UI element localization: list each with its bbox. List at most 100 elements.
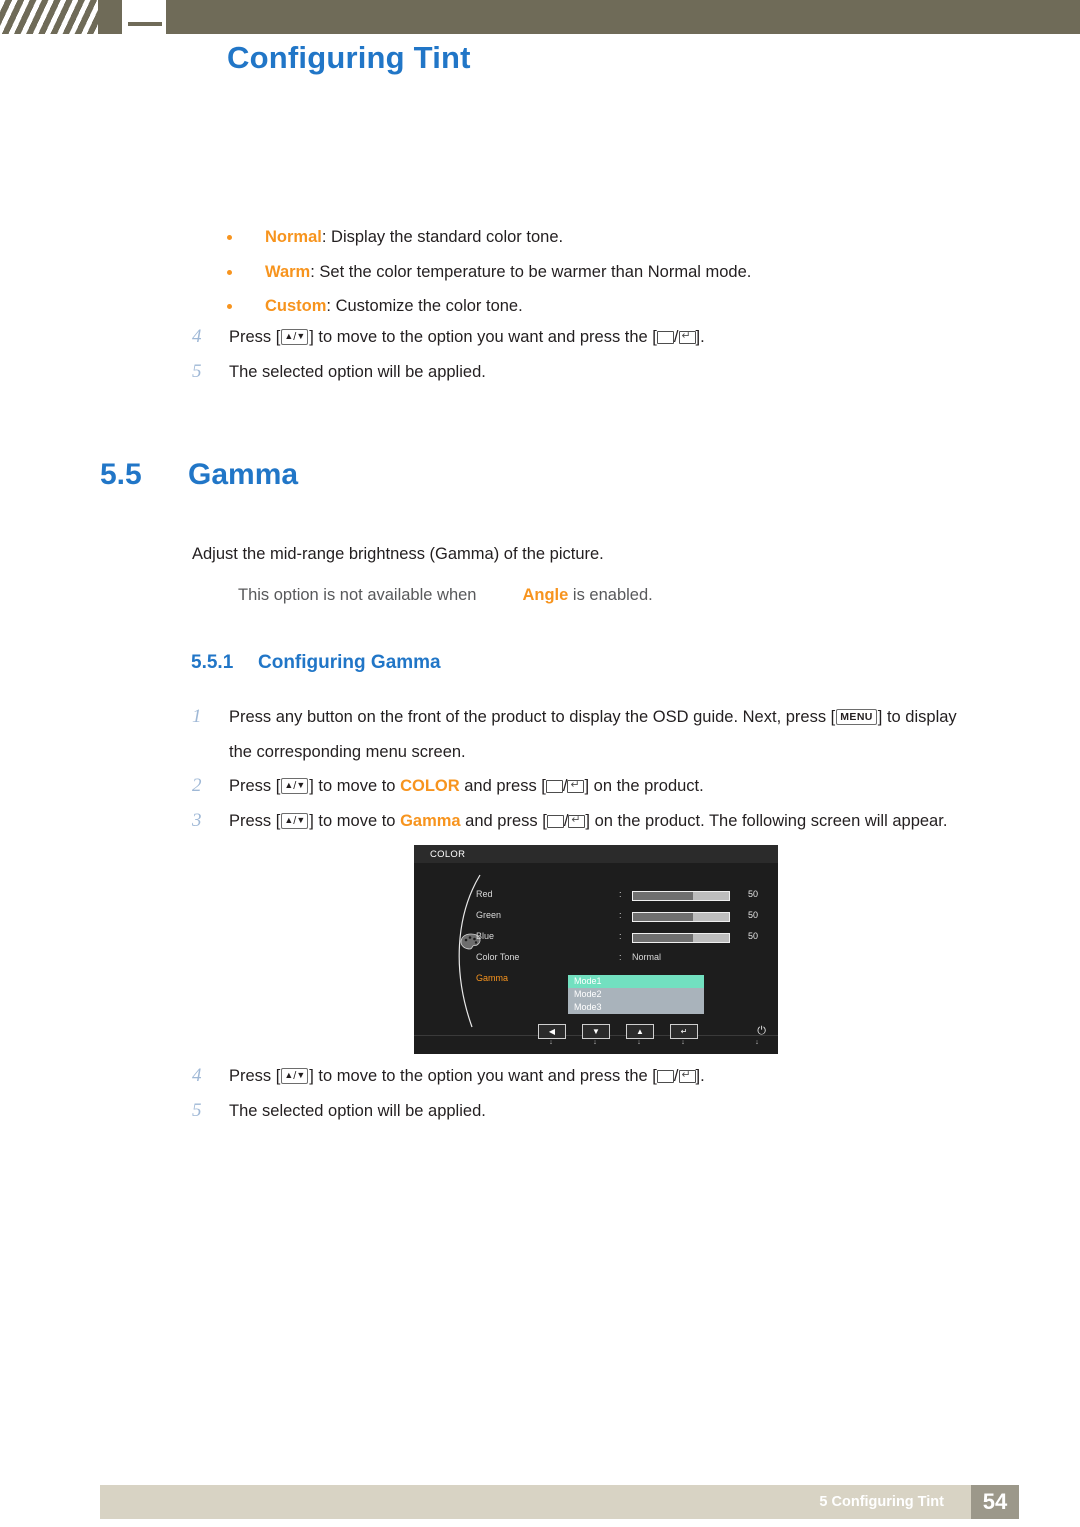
osd-row-color-tone[interactable]: Color Tone : Normal xyxy=(476,952,776,966)
step-text-c: and press [ xyxy=(459,777,546,795)
osd-row-label: Blue xyxy=(476,931,495,941)
step-row: 3 Press [/] to move to Gamma and press [… xyxy=(192,804,1022,839)
osd-button-left-sub: ↓ xyxy=(549,1039,553,1046)
hatch-pattern xyxy=(0,0,98,34)
step-text-a: Press [ xyxy=(229,811,281,830)
enter-icon xyxy=(678,1070,696,1083)
topbar-notch-accent xyxy=(128,22,162,26)
osd-button-up[interactable]: ▲ xyxy=(626,1024,654,1039)
menu-keycap: MENU xyxy=(836,709,877,725)
step-number: 5 xyxy=(192,360,202,382)
dropdown-item-mode3[interactable]: Mode3 xyxy=(568,1001,704,1014)
osd-row-green[interactable]: Green : 50 xyxy=(476,910,776,924)
step-number: 4 xyxy=(192,1065,202,1086)
option-desc: : Display the standard color tone. xyxy=(321,228,564,246)
osd-slider-track[interactable] xyxy=(632,912,730,922)
osd-row-red[interactable]: Red : 50 xyxy=(476,889,776,903)
step-text-b: ] to move to the option you want and pre… xyxy=(309,328,657,346)
osd-slider-fill xyxy=(633,913,693,921)
step-text-a: Press [ xyxy=(229,777,281,795)
dropdown-item-mode1[interactable]: Mode1 xyxy=(568,975,704,988)
arrow-keys-keycap: / xyxy=(281,812,309,829)
step-text-b: ] to move to xyxy=(309,811,401,830)
osd-row-value: 50 xyxy=(748,889,759,899)
osd-button-enter[interactable]: ↵ xyxy=(670,1024,698,1039)
note-suffix: is enabled. xyxy=(572,586,653,604)
box-icon xyxy=(545,780,563,793)
subsection-heading: 5.5.1 Configuring Gamma xyxy=(191,652,441,674)
subsection-title: Configuring Gamma xyxy=(258,652,441,673)
step-text-c: ]. xyxy=(695,328,705,346)
arrow-keys-keycap: / xyxy=(281,1068,309,1084)
osd-row-value: 50 xyxy=(748,910,759,920)
osd-row-value: 50 xyxy=(748,931,759,941)
box-icon xyxy=(656,331,674,344)
osd-slider-fill xyxy=(633,934,693,942)
osd-power-sub: ↓ xyxy=(755,1039,759,1046)
enter-icon xyxy=(568,814,586,828)
enter-icon xyxy=(678,331,696,344)
step-text-a: Press any button on the front of the pro… xyxy=(229,708,836,726)
step-number: 3 xyxy=(192,809,202,831)
topbar-notch xyxy=(122,0,166,34)
step-number: 2 xyxy=(192,775,202,796)
osd-row-colon: : xyxy=(619,889,622,899)
note-prefix: This option is not available when xyxy=(238,586,477,604)
step-row: 5 The selected option will be applied. xyxy=(192,355,1022,390)
step-text-a: Press [ xyxy=(229,328,281,346)
osd-button-enter-sub: ↓ xyxy=(681,1039,685,1046)
step-text-b: ] to move to xyxy=(309,777,401,795)
bullet-dot-icon xyxy=(227,235,232,240)
osd-row-colon: : xyxy=(619,952,622,962)
arrow-down-icon xyxy=(296,780,305,792)
option-term: Warm xyxy=(265,262,311,281)
step-row: 4 Press [/] to move to the option you wa… xyxy=(192,1059,1022,1094)
option-term: Custom xyxy=(265,297,327,315)
osd-button-up-sub: ↓ xyxy=(637,1039,641,1046)
option-desc: : Customize the color tone. xyxy=(326,297,523,315)
steps-main: 1 Press any button on the front of the p… xyxy=(192,700,1022,838)
section-paragraph: Adjust the mid-range brightness (Gamma) … xyxy=(192,545,604,563)
osd-row-blue[interactable]: Blue : 50 xyxy=(476,931,776,945)
osd-footer-bar: ◀ ↓ ▼ ↓ ▲ ↓ ↵ ↓ ⏻ ↓ xyxy=(414,1024,778,1054)
arrow-up-icon xyxy=(284,815,293,827)
osd-row-colon: : xyxy=(619,931,622,941)
step-text: The selected option will be applied. xyxy=(229,1101,486,1120)
section-title: Gamma xyxy=(188,458,299,491)
step-text-line2: the corresponding menu screen. xyxy=(229,742,466,761)
osd-button-left[interactable]: ◀ xyxy=(538,1024,566,1039)
osd-slider-fill xyxy=(633,892,693,900)
page-number: 54 xyxy=(971,1485,1019,1519)
list-item: Custom: Customize the color tone. xyxy=(227,289,1027,324)
dropdown-item-mode2[interactable]: Mode2 xyxy=(568,988,704,1001)
arrow-keys-keycap: / xyxy=(281,778,309,794)
arrow-up-icon xyxy=(284,331,293,343)
option-desc: : Set the color temperature to be warmer… xyxy=(310,262,752,281)
step-text-a: Press [ xyxy=(229,1067,281,1085)
option-term: Normal xyxy=(265,228,322,246)
arrow-up-icon xyxy=(284,1070,293,1082)
step-text-d: ] on the product. xyxy=(584,777,704,795)
section-heading: 5.5 Gamma xyxy=(100,458,298,492)
step-number: 1 xyxy=(192,706,202,727)
osd-slider-track[interactable] xyxy=(632,891,730,901)
osd-row-label: Gamma xyxy=(476,973,509,983)
note-keyword: Angle xyxy=(522,586,569,604)
step-row: 2 Press [/] to move to COLOR and press [… xyxy=(192,769,1022,804)
step-row: 5 The selected option will be applied. xyxy=(192,1094,1022,1129)
gamma-dropdown[interactable]: Mode1 Mode2 Mode3 xyxy=(568,975,704,1014)
osd-title: COLOR xyxy=(430,849,466,860)
osd-button-down[interactable]: ▼ xyxy=(582,1024,610,1039)
osd-row-label: Green xyxy=(476,910,502,920)
step-text-c: ]. xyxy=(695,1067,705,1085)
osd-row-colon: : xyxy=(619,910,622,920)
power-icon[interactable]: ⏻ xyxy=(757,1025,766,1038)
osd-slider-track[interactable] xyxy=(632,933,730,943)
arrow-keys-keycap: / xyxy=(281,329,309,345)
step-text: The selected option will be applied. xyxy=(229,362,486,381)
osd-screenshot: COLOR Red : 50 Green : 50 Blue: 50 Colo… xyxy=(414,845,778,1054)
step-text-b: ] to move to the option you want and pre… xyxy=(309,1067,657,1085)
arrow-down-icon xyxy=(296,1070,305,1082)
box-icon xyxy=(546,814,564,828)
footer-chapter-label: 5 Configuring Tint xyxy=(819,1494,944,1510)
